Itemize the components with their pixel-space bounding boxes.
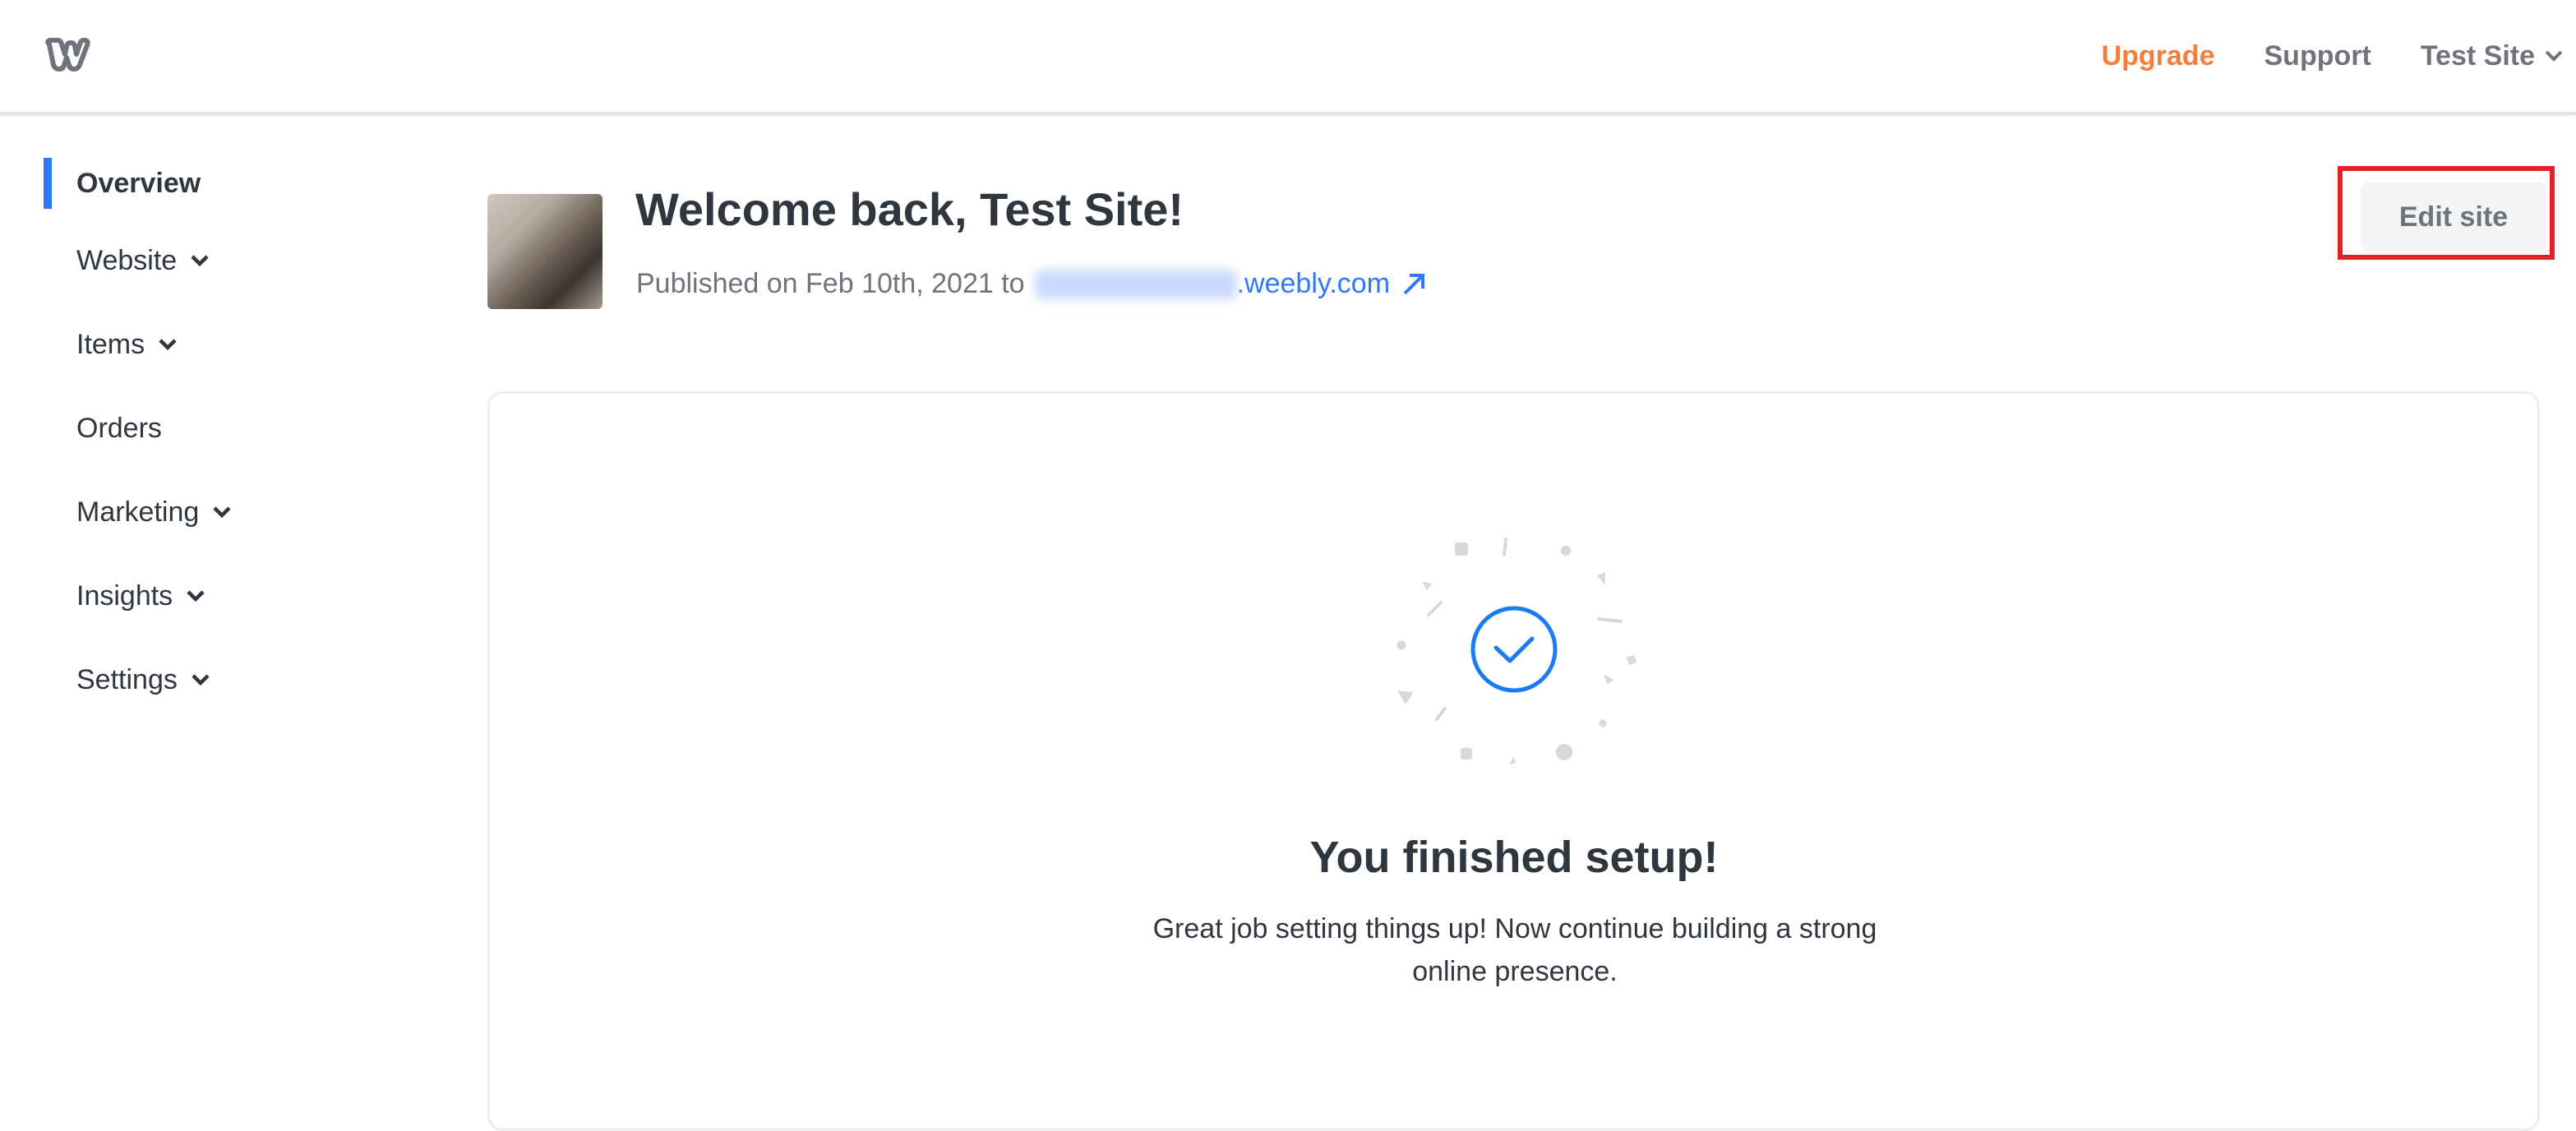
- sidebar-item-website[interactable]: Website: [0, 219, 411, 302]
- chevron-down-icon: [192, 674, 210, 686]
- support-link[interactable]: Support: [2264, 40, 2371, 72]
- sidebar-item-insights[interactable]: Insights: [0, 554, 411, 638]
- site-menu-dropdown[interactable]: Test Site: [2421, 40, 2563, 72]
- sidebar-item-label: Settings: [76, 663, 178, 695]
- sidebar-nav: Overview Website Items Orders Marketing …: [0, 148, 411, 722]
- sidebar-item-label: Orders: [76, 412, 162, 444]
- check-circle-icon: [1396, 538, 1637, 764]
- edit-site-highlight: Edit site: [2338, 166, 2555, 260]
- active-indicator: [44, 158, 52, 209]
- redacted-subdomain: [1034, 269, 1237, 299]
- setup-title: You finished setup!: [1309, 833, 1719, 882]
- sidebar-item-label: Insights: [76, 579, 173, 612]
- edit-site-button[interactable]: Edit site: [2361, 182, 2546, 252]
- sidebar-item-label: Website: [76, 244, 178, 276]
- sidebar-item-overview[interactable]: Overview: [0, 148, 411, 219]
- sidebar-item-items[interactable]: Items: [0, 302, 411, 386]
- top-header: Upgrade Support Test Site: [0, 0, 2576, 115]
- sidebar-item-label: Marketing: [76, 496, 200, 528]
- weebly-logo-icon[interactable]: [43, 36, 90, 72]
- site-menu-label: Test Site: [2420, 39, 2535, 72]
- chevron-down-icon: [191, 255, 209, 267]
- sidebar-item-settings[interactable]: Settings: [0, 638, 411, 722]
- chevron-down-icon: [159, 339, 177, 351]
- upgrade-link[interactable]: Upgrade: [2102, 40, 2215, 72]
- chevron-down-icon: [2545, 50, 2563, 62]
- site-domain-link[interactable]: .weebly.com: [1237, 268, 1390, 300]
- sidebar-item-orders[interactable]: Orders: [0, 386, 411, 470]
- sidebar-item-label: Items: [76, 328, 145, 360]
- published-text: Published on Feb 10th, 2021 to: [636, 268, 1025, 299]
- chevron-down-icon: [187, 590, 205, 602]
- external-link-icon[interactable]: [1401, 272, 1426, 297]
- chevron-down-icon: [213, 506, 231, 519]
- publish-info: Published on Feb 10th, 2021 to .weebly.c…: [636, 268, 1426, 300]
- page-title: Welcome back, Test Site!: [635, 183, 1184, 235]
- sidebar-item-marketing[interactable]: Marketing: [0, 470, 411, 554]
- site-thumbnail: [487, 194, 602, 309]
- sidebar-item-label: Overview: [76, 168, 201, 199]
- setup-description: Great job setting things up! Now continu…: [1152, 913, 1877, 987]
